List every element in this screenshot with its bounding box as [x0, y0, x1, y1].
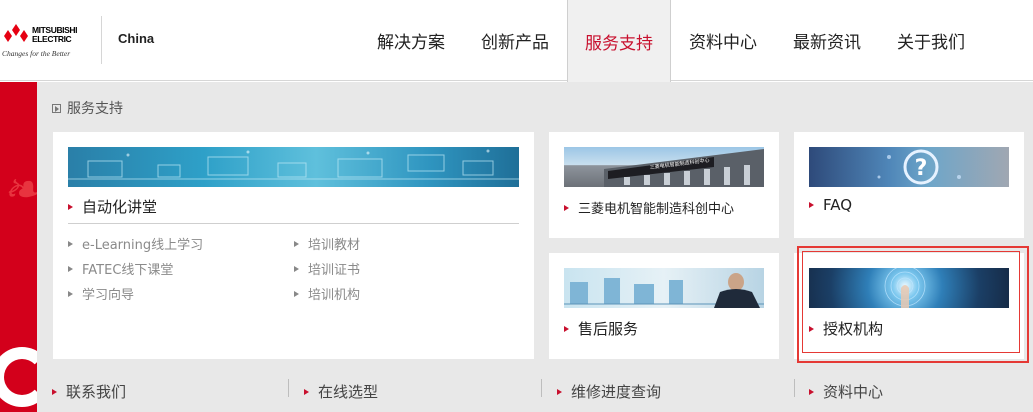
footer-separator: [541, 379, 542, 397]
gray-arrow-icon: [294, 265, 299, 272]
site-header: MITSUBISHI ELECTRIC Changes for the Bett…: [0, 0, 1033, 82]
factory-engineer-art: [564, 273, 764, 308]
footer-separator: [794, 379, 795, 397]
breadcrumb-arrow-icon: [52, 103, 61, 113]
building-art: 三菱电机智能制造科创中心: [604, 149, 764, 187]
link-elearning[interactable]: e-Learning线上学习: [68, 234, 203, 253]
faq-title[interactable]: FAQ: [809, 196, 852, 214]
footer-contact-us[interactable]: 联系我们: [52, 381, 126, 402]
red-arrow-icon: [564, 204, 569, 211]
red-arrow-icon: [52, 388, 57, 395]
red-arrow-icon: [809, 202, 814, 208]
red-arrow-icon: [557, 388, 562, 395]
nav-service-support[interactable]: 服务支持: [567, 0, 671, 82]
after-sales-title[interactable]: 售后服务: [564, 318, 638, 339]
footer-separator: [288, 379, 289, 397]
link-learning-guide[interactable]: 学习向导: [68, 284, 134, 303]
region-label[interactable]: China: [118, 31, 154, 46]
red-arrow-icon: [809, 388, 814, 395]
nav-solutions[interactable]: 解决方案: [360, 0, 462, 81]
side-decoration: ❧: [2, 162, 37, 216]
gray-arrow-icon: [294, 290, 299, 297]
link-fatec[interactable]: FATEC线下课堂: [68, 259, 173, 278]
automation-banner-image[interactable]: [68, 147, 519, 187]
nav-news[interactable]: 最新资讯: [776, 0, 878, 81]
link-training-materials[interactable]: 培训教材: [294, 234, 360, 253]
side-logo-ring: [0, 347, 37, 407]
breadcrumb-label[interactable]: 服务支持: [67, 98, 123, 118]
gray-arrow-icon: [68, 290, 73, 297]
logo-wordmark: MITSUBISHI ELECTRIC: [32, 25, 78, 44]
automation-banner-art: [68, 149, 519, 180]
footer-resources[interactable]: 资料中心: [809, 381, 883, 402]
svg-text:?: ?: [915, 156, 928, 181]
gray-arrow-icon: [294, 240, 299, 247]
automation-title[interactable]: 自动化讲堂: [68, 196, 157, 217]
link-training-certificate[interactable]: 培训证书: [294, 259, 360, 278]
breadcrumb: 服务支持: [52, 98, 123, 118]
side-banner: ❧: [0, 82, 37, 412]
nav-about[interactable]: 关于我们: [880, 0, 982, 81]
three-diamonds-icon: [4, 24, 28, 42]
header-divider: [101, 16, 102, 64]
nav-products[interactable]: 创新产品: [464, 0, 566, 81]
logo-tagline: Changes for the Better: [2, 49, 71, 58]
red-arrow-icon: [304, 388, 309, 395]
nav-resources[interactable]: 资料中心: [672, 0, 774, 81]
footer-repair-progress[interactable]: 维修进度查询: [557, 381, 661, 402]
footer-online-selection[interactable]: 在线选型: [304, 381, 378, 402]
gray-arrow-icon: [68, 240, 73, 247]
question-mark-icon: ?: [877, 149, 961, 185]
automation-divider: [68, 223, 519, 224]
gray-arrow-icon: [68, 265, 73, 272]
after-sales-banner-image[interactable]: [564, 268, 764, 308]
link-training-institutions[interactable]: 培训机构: [294, 284, 360, 303]
innovation-center-banner-image[interactable]: 三菱电机智能制造科创中心: [564, 147, 764, 187]
red-arrow-icon: [68, 203, 73, 210]
red-arrow-icon: [564, 325, 569, 332]
mitsubishi-logo[interactable]: MITSUBISHI ELECTRIC Changes for the Bett…: [2, 24, 88, 60]
innovation-center-title[interactable]: 三菱电机智能制造科创中心: [564, 198, 734, 217]
selection-highlight-inner: [802, 251, 1020, 353]
faq-banner-image[interactable]: ?: [809, 147, 1009, 187]
